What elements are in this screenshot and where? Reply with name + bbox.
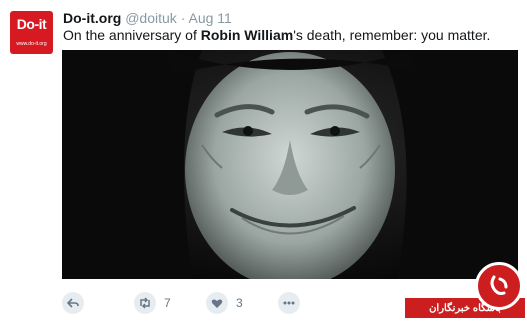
tweet-photo[interactable]: [62, 50, 518, 279]
reply-action[interactable]: [62, 291, 92, 315]
separator-dot: ·: [180, 10, 186, 26]
avatar[interactable]: Do-it www.do-it.org: [10, 11, 53, 54]
tweet: Do-it www.do-it.org Do-it.org @doituk · …: [0, 0, 527, 326]
watermark: باشگاه خبرنگاران: [387, 262, 527, 326]
reply-icon[interactable]: [62, 292, 84, 314]
more-action[interactable]: [278, 291, 300, 315]
tweet-date[interactable]: Aug 11: [188, 10, 231, 26]
tweet-text-before: On the anniversary of: [63, 27, 201, 43]
like-count: 3: [236, 296, 243, 310]
tweet-text-bold: Robin William: [200, 27, 294, 43]
author-name[interactable]: Do-it.org: [63, 10, 121, 26]
tweet-text: On the anniversary of Robin William's de…: [63, 27, 490, 43]
retweet-icon[interactable]: [134, 292, 156, 314]
heart-icon[interactable]: [206, 292, 228, 314]
author-handle[interactable]: @doituk: [125, 10, 177, 26]
tweet-text-after: 's death, remember: you matter.: [293, 27, 491, 43]
like-action[interactable]: 3: [206, 291, 243, 315]
avatar-logo-text: Do-it: [16, 16, 47, 32]
watermark-logo-icon: [475, 262, 523, 310]
retweet-count: 7: [164, 296, 171, 310]
more-dots-icon[interactable]: [278, 292, 300, 314]
avatar-logo-subtext: www.do-it.org: [16, 41, 47, 47]
photo-illustration: [62, 50, 518, 279]
tweet-header: Do-it.org @doituk · Aug 11: [63, 10, 232, 26]
tweet-actions: 7 3: [62, 291, 362, 315]
retweet-action[interactable]: 7: [134, 291, 171, 315]
